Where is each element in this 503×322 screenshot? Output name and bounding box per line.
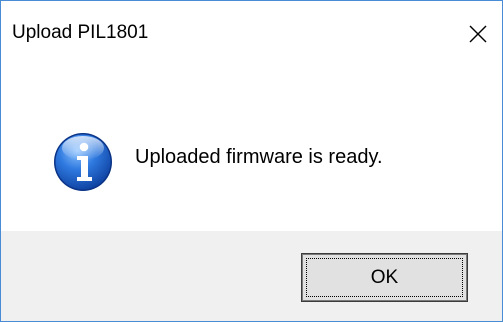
button-bar: OK	[1, 231, 502, 321]
dialog-content: Uploaded firmware is ready.	[1, 63, 502, 231]
ok-button[interactable]: OK	[301, 253, 468, 302]
message-text: Uploaded firmware is ready.	[135, 146, 383, 168]
close-icon	[469, 25, 487, 43]
title-bar[interactable]: Upload PIL1801	[1, 1, 502, 63]
window-title: Upload PIL1801	[12, 22, 149, 43]
close-button[interactable]	[455, 11, 501, 57]
info-icon	[54, 133, 112, 191]
message-dialog: Upload PIL1801 Uploaded firmware is read…	[0, 0, 503, 322]
